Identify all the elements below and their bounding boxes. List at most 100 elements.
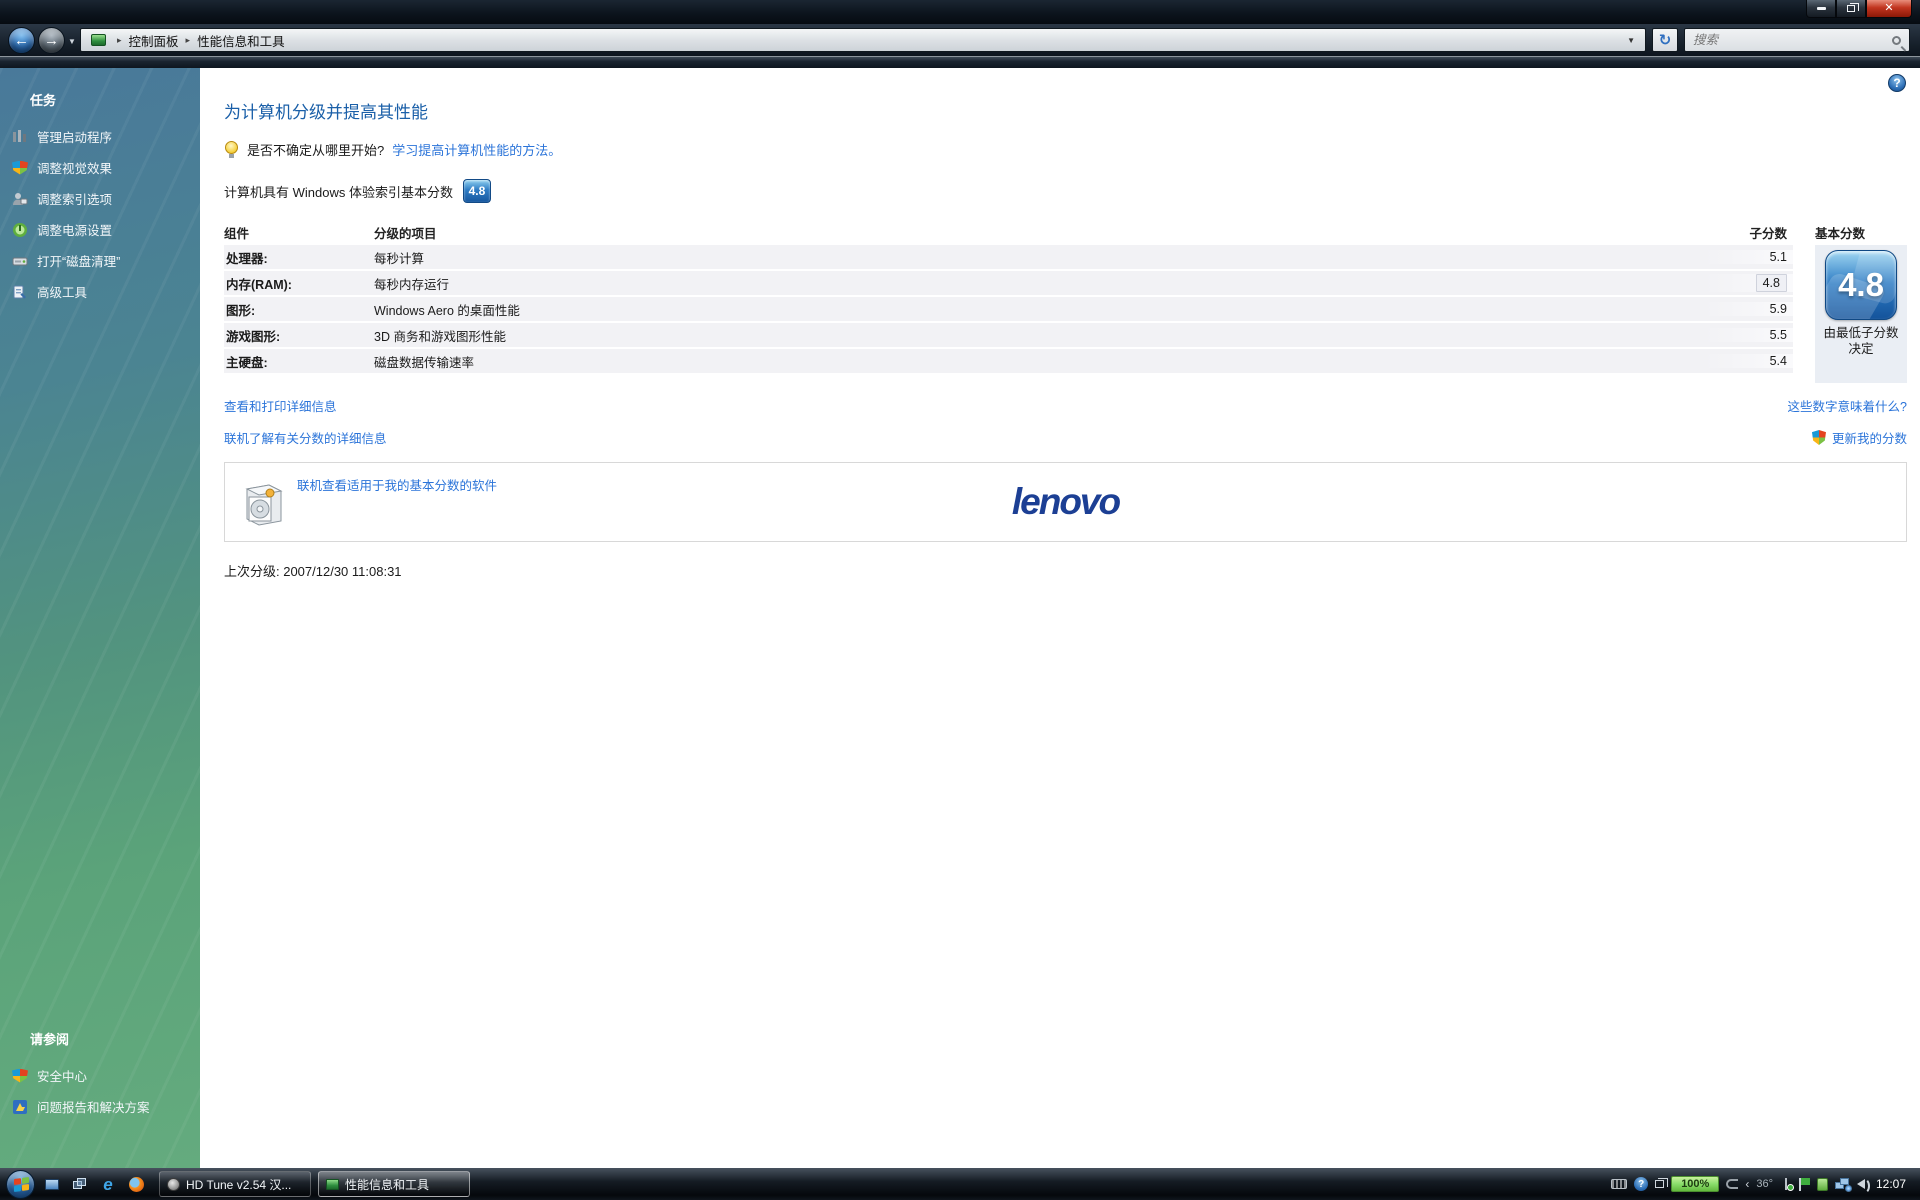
breadcrumb-item-control-panel[interactable]: 控制面板: [129, 31, 179, 50]
help-tray-icon[interactable]: ?: [1634, 1177, 1648, 1191]
battery-meter[interactable]: 100%: [1671, 1176, 1719, 1192]
breadcrumb[interactable]: ▸ 控制面板 ▸ 性能信息和工具 ▼: [80, 28, 1646, 52]
quick-launch: e: [43, 1176, 145, 1192]
sidebar-item-power-settings[interactable]: 调整电源设置: [0, 214, 200, 245]
taskbar: e HD Tune v2.54 汉... 性能信息和工具 ? 100% ‹ 36…: [0, 1168, 1920, 1200]
keyboard-tray-icon[interactable]: [1611, 1179, 1627, 1189]
sidebar-item-label: 管理启动程序: [37, 127, 112, 146]
lenovo-logo: lenovo: [1012, 481, 1119, 523]
sidebar-spacer: [0, 307, 200, 1029]
disk-cleanup-icon: [12, 253, 28, 269]
control-panel-icon: [91, 34, 106, 46]
show-desktop-icon: [45, 1179, 59, 1190]
internet-explorer-icon: e: [103, 1176, 112, 1193]
visual-effects-icon: [12, 161, 28, 175]
row-item: 3D 商务和游戏图形性能: [374, 326, 1703, 345]
row-component: 处理器:: [224, 248, 374, 267]
taskbar-clock[interactable]: 12:07: [1876, 1177, 1906, 1191]
help-icon: ?: [1893, 76, 1900, 90]
problem-reports-icon: [12, 1099, 28, 1115]
col-item: 分级的项目: [374, 223, 1703, 242]
sidebar-item-problem-reports[interactable]: 问题报告和解决方案: [0, 1091, 200, 1122]
col-component: 组件: [224, 223, 374, 242]
row-component: 图形:: [224, 300, 374, 319]
close-button[interactable]: ✕: [1866, 0, 1912, 18]
search-input[interactable]: [1693, 33, 1892, 47]
row-item: Windows Aero 的桌面性能: [374, 300, 1703, 319]
row-subscore: 4.8: [1703, 274, 1793, 292]
sidebar-item-security-center[interactable]: 安全中心: [0, 1060, 200, 1091]
show-desktop-button[interactable]: [43, 1176, 61, 1192]
firefox-button[interactable]: [127, 1176, 145, 1192]
see-also-header: 请参阅: [0, 1029, 200, 1060]
tip-row: 是否不确定从哪里开始? 学习提高计算机性能的方法。: [224, 140, 1907, 159]
breadcrumb-item-performance-tools[interactable]: 性能信息和工具: [197, 31, 285, 50]
taskbar-button-label: HD Tune v2.54 汉...: [186, 1176, 291, 1193]
software-box-icon: [239, 477, 285, 527]
row-component: 游戏图形:: [224, 326, 374, 345]
table-row-graphics: 图形: Windows Aero 的桌面性能 5.9: [224, 297, 1793, 323]
taskbar-button-label: 性能信息和工具: [345, 1176, 429, 1193]
base-score-value: 4.8: [1838, 266, 1884, 304]
taskbar-button-hdtune[interactable]: HD Tune v2.54 汉...: [159, 1171, 311, 1197]
start-button[interactable]: [6, 1170, 35, 1199]
restore-windows-tray-icon[interactable]: [1655, 1180, 1664, 1188]
sidebar-item-indexing-options[interactable]: 调整索引选项: [0, 183, 200, 214]
plug-tray-icon[interactable]: [1726, 1179, 1738, 1189]
search-box[interactable]: [1684, 28, 1910, 52]
what-numbers-mean-link[interactable]: 这些数字意味着什么?: [1788, 396, 1907, 415]
search-icon[interactable]: [1892, 36, 1901, 45]
network-tray-icon[interactable]: [1835, 1178, 1850, 1190]
row-subscore: 5.9: [1703, 302, 1793, 316]
address-bar: ← → ▼ ▸ 控制面板 ▸ 性能信息和工具 ▼ ↻: [0, 24, 1920, 56]
history-dropdown-icon[interactable]: ▼: [68, 37, 76, 46]
temperature-indicator: 36°: [1756, 1178, 1773, 1190]
breadcrumb-dropdown-icon[interactable]: ▼: [1623, 36, 1639, 45]
taskbar-button-performance-tools[interactable]: 性能信息和工具: [318, 1171, 470, 1197]
row-component: 主硬盘:: [224, 352, 374, 371]
minimize-button[interactable]: [1806, 0, 1836, 18]
sidebar-item-visual-effects[interactable]: 调整视觉效果: [0, 152, 200, 183]
system-tray: ? 100% ‹ 36° 12:07: [1611, 1176, 1914, 1192]
base-score-badge-large: 4.8: [1825, 250, 1897, 320]
restore-icon: [1847, 5, 1855, 12]
row-item: 每秒内存运行: [374, 274, 1703, 293]
sidebar-item-manage-startup[interactable]: 管理启动程序: [0, 121, 200, 152]
volume-tray-icon[interactable]: [1857, 1179, 1865, 1189]
flag-tray-icon[interactable]: [1799, 1178, 1810, 1191]
switch-windows-icon: [73, 1178, 87, 1190]
sidebar-item-label: 调整索引选项: [37, 189, 112, 208]
back-icon: ←: [14, 32, 29, 49]
sidebar-item-advanced-tools[interactable]: 高级工具: [0, 276, 200, 307]
usb-safely-remove-icon[interactable]: [1780, 1178, 1792, 1190]
learn-ways-link[interactable]: 学习提高计算机性能的方法。: [392, 140, 561, 159]
restore-button[interactable]: [1836, 0, 1866, 18]
highlighted-subscore: 4.8: [1756, 274, 1787, 292]
forward-button[interactable]: →: [38, 27, 65, 54]
switch-windows-button[interactable]: [71, 1176, 89, 1192]
view-software-online-link[interactable]: 联机查看适用于我的基本分数的软件: [297, 475, 497, 494]
table-header: 组件 分级的项目 子分数: [224, 219, 1793, 245]
sidebar-item-label: 问题报告和解决方案: [37, 1097, 150, 1116]
update-my-score-link[interactable]: 更新我的分数: [1832, 428, 1907, 447]
collapse-tray-icon[interactable]: ‹: [1745, 1177, 1749, 1191]
help-button[interactable]: ?: [1888, 74, 1906, 92]
learn-scores-online-link[interactable]: 联机了解有关分数的详细信息: [224, 428, 387, 447]
view-print-details-link[interactable]: 查看和打印详细信息: [224, 396, 337, 415]
security-center-icon: [12, 1069, 28, 1083]
power-tray-icon[interactable]: [1817, 1178, 1828, 1191]
refresh-button[interactable]: ↻: [1652, 28, 1678, 52]
back-button[interactable]: ←: [8, 27, 35, 54]
content-pane: ? 为计算机分级并提高其性能 是否不确定从哪里开始? 学习提高计算机性能的方法。…: [200, 68, 1920, 1168]
internet-explorer-button[interactable]: e: [99, 1176, 117, 1192]
sidebar-item-disk-cleanup[interactable]: 打开“磁盘清理”: [0, 245, 200, 276]
row-item: 每秒计算: [374, 248, 1703, 267]
update-score-group[interactable]: 更新我的分数: [1812, 428, 1907, 447]
table-row-gaming-graphics: 游戏图形: 3D 商务和游戏图形性能 5.5: [224, 323, 1793, 349]
close-icon: ✕: [1884, 3, 1893, 14]
title-bar: ✕: [0, 0, 1920, 24]
performance-tools-icon: [326, 1179, 339, 1190]
sidebar-item-label: 打开“磁盘清理”: [37, 251, 120, 270]
table-row-processor: 处理器: 每秒计算 5.1: [224, 245, 1793, 271]
oem-banner: 联机查看适用于我的基本分数的软件 lenovo: [224, 462, 1907, 542]
